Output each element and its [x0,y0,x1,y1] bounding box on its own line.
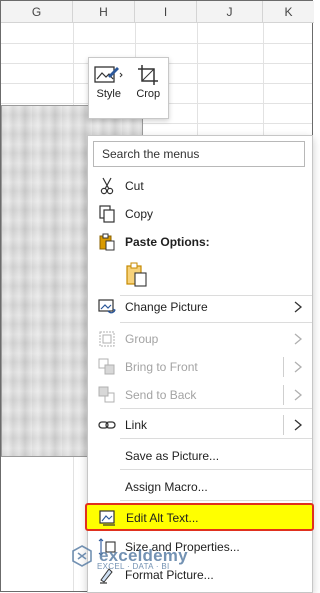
menu-item-label: Edit Alt Text... [126,511,199,525]
menu-item-change-picture[interactable]: Change Picture [88,294,312,320]
bring-to-front-icon [98,358,115,375]
paste-clipboard-icon [126,262,147,287]
menu-separator [120,469,312,470]
scissors-icon [100,177,114,195]
mini-toolbar: Style Crop [88,57,169,119]
chevron-right-icon [294,389,303,401]
chevron-right-icon [294,301,303,313]
menu-item-save-as-picture[interactable]: Save as Picture... [88,443,312,469]
change-picture-icon [98,299,116,314]
menu-item-send-to-back[interactable]: Send to Back [88,382,312,408]
column-header-g[interactable]: G [1,1,73,23]
menu-item-label: Paste Options: [125,235,210,249]
menu-item-paste-options: Paste Options: [88,229,312,255]
watermark-tagline: EXCEL · DATA · BI [97,562,170,571]
column-header-k[interactable]: K [263,1,314,23]
menu-item-label: Change Picture [125,300,208,314]
menu-separator [120,408,312,409]
menu-separator [120,500,312,501]
split-divider [283,357,284,377]
copy-icon [99,205,115,223]
chevron-right-icon [294,361,303,373]
crop-label: Crop [136,88,161,100]
menu-separator [120,322,312,323]
menu-item-label: Cut [125,179,144,193]
column-header-h[interactable]: H [73,1,135,23]
clipboard-icon [99,233,115,251]
column-header-i[interactable]: I [135,1,197,23]
chevron-right-icon [294,419,303,431]
menu-item-copy[interactable]: Copy [88,201,312,227]
link-icon [98,421,116,429]
menu-item-cut[interactable]: Cut [88,173,312,199]
column-letter: K [284,5,293,19]
alt-text-icon [99,510,115,526]
menu-item-assign-macro[interactable]: Assign Macro... [88,474,312,500]
context-menu: Search the menus Cut Copy Paste Options: [85,135,314,593]
column-header-j[interactable]: J [197,1,263,23]
menu-item-edit-alt-text[interactable]: Edit Alt Text... [85,503,314,531]
menu-item-label: Bring to Front [125,360,198,374]
style-label: Style [96,88,121,100]
paste-option-keep-formatting[interactable] [88,258,312,292]
group-icon [99,331,115,347]
menu-item-link[interactable]: Link [88,412,312,438]
menu-separator [120,438,312,439]
menu-item-label: Copy [125,207,154,221]
column-letter: J [226,5,233,19]
search-menus-input[interactable]: Search the menus [93,141,305,167]
menu-item-label: Send to Back [125,388,197,402]
menu-item-bring-to-front[interactable]: Bring to Front [88,354,312,380]
exceldemy-logo-icon [72,545,92,567]
grid-line [1,43,312,44]
exceldemy-watermark: exceldemy EXCEL · DATA · BI [71,536,251,576]
column-header-row: G H I J K [1,1,314,23]
split-divider [283,415,284,435]
crop-icon [138,65,159,85]
send-to-back-icon [98,386,115,403]
crop-button[interactable]: Crop [129,58,169,118]
column-letter: I [163,5,168,19]
picture-style-icon [94,66,123,83]
column-letter: G [31,5,42,19]
menu-item-label: Link [125,418,148,432]
menu-item-label: Save as Picture... [125,449,220,463]
split-divider [283,385,284,405]
chevron-right-icon [294,333,303,345]
menu-item-label: Assign Macro... [125,480,208,494]
column-letter: H [99,5,108,19]
menu-item-group[interactable]: Group [88,326,312,352]
style-button[interactable]: Style [89,58,129,118]
menu-item-label: Group [125,332,159,346]
